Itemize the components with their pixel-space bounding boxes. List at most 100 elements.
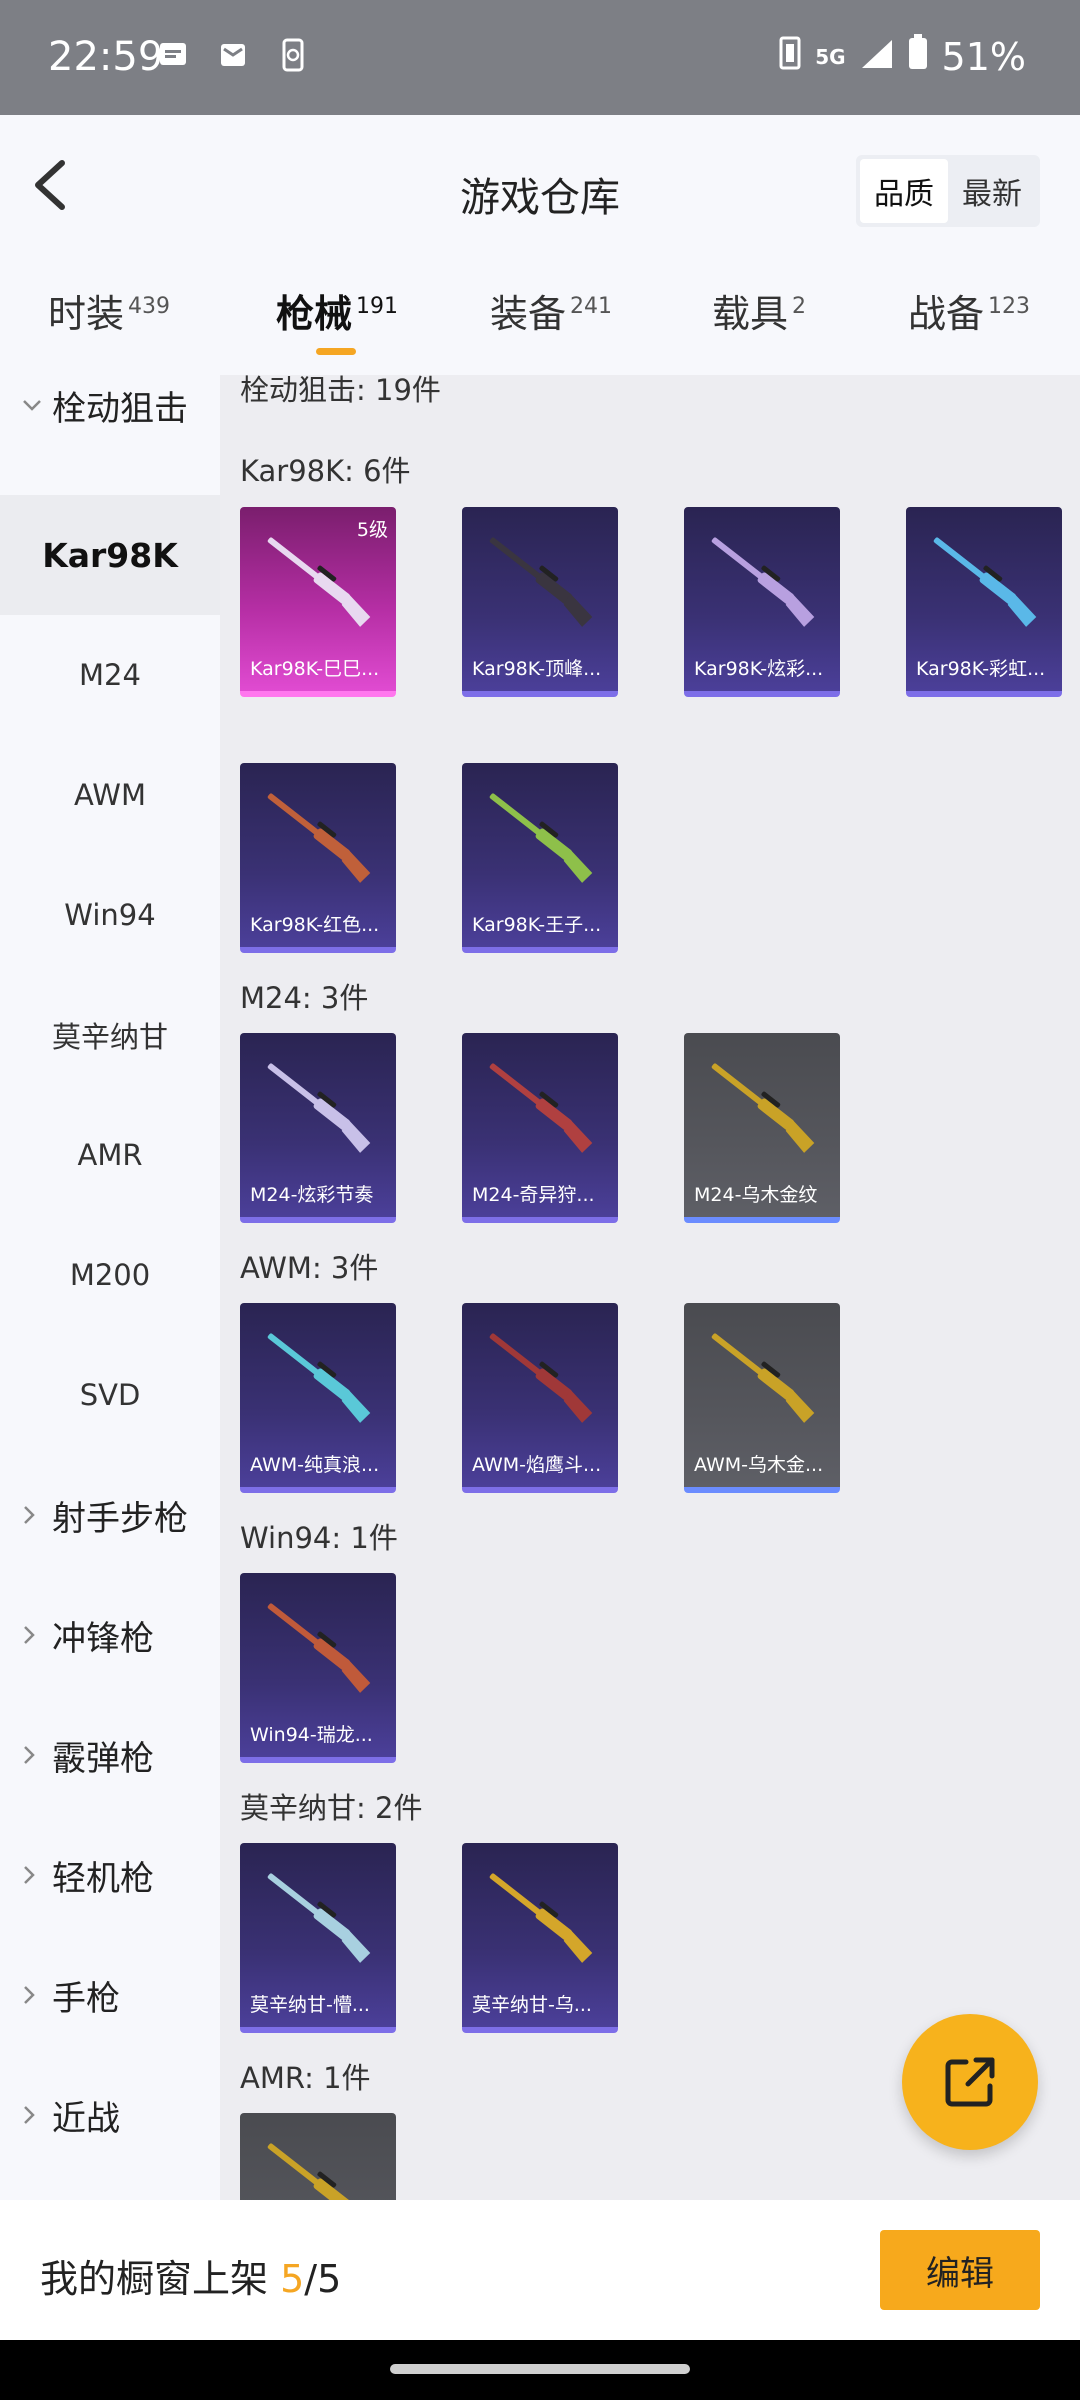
sidebar-item-1[interactable]: Kar98K — [0, 495, 220, 615]
sidebar-item-label: 轻机枪 — [52, 1858, 154, 1899]
tab-supplies[interactable]: 战备 123 — [908, 283, 1030, 338]
weapon-skin-name: Win94-瑞龙... — [250, 1724, 373, 1746]
tab-fashion[interactable]: 时装 439 — [48, 283, 170, 338]
weapon-skin-card[interactable]: Win94-瑞龙... — [240, 1573, 396, 1763]
share-external-icon — [945, 2057, 995, 2107]
weapon-skin-card[interactable]: Kar98K-彩虹... — [906, 507, 1062, 697]
sidebar-item-label: M24 — [79, 658, 141, 692]
tab-equipment[interactable]: 装备 241 — [490, 283, 612, 338]
weapon-skin-name: Kar98K-红色... — [250, 914, 380, 936]
showcase-bar: 我的橱窗上架 5/5 编辑 — [0, 2200, 1080, 2340]
battery-icon — [908, 34, 928, 79]
sidebar-item-8[interactable]: SVD — [0, 1335, 220, 1455]
sidebar-item-14[interactable]: 近战 — [0, 2055, 220, 2175]
tab-vehicles[interactable]: 载具 2 — [712, 283, 806, 338]
sort-newest[interactable]: 最新 — [948, 159, 1036, 223]
weapon-skin-card[interactable] — [240, 2113, 396, 2200]
weapon-skin-card[interactable]: Kar98K-红色... — [240, 763, 396, 953]
sidebar-item-label: 射手步枪 — [52, 1498, 188, 1539]
tab-weapons[interactable]: 枪械 191 — [276, 283, 398, 338]
chevron-right-icon — [22, 1504, 46, 1526]
sidebar-item-9[interactable]: 射手步枪 — [0, 1455, 220, 1575]
weapon-skin-card[interactable]: Kar98K-炫彩... — [684, 507, 840, 697]
showcase-count: 5 — [280, 2257, 305, 2301]
weapon-skin-name: M24-乌木金纹 — [694, 1184, 818, 1206]
weapon-skin-name: AWM-乌木金... — [694, 1454, 824, 1476]
signal-icon — [860, 35, 894, 79]
rifle-icon — [711, 1333, 815, 1423]
tab-count: 241 — [570, 294, 613, 319]
sidebar-item-3[interactable]: AWM — [0, 735, 220, 855]
weapon-skin-name: Kar98K-炫彩... — [694, 658, 824, 680]
sort-toggle: 品质 最新 — [856, 155, 1040, 227]
sidebar-item-label: SVD — [79, 1378, 141, 1412]
section-title: Win94: 1件 — [240, 1521, 398, 1555]
weapon-skin-card[interactable]: Kar98K-顶峰... — [462, 507, 618, 697]
category-header: 栓动狙击: 19件 — [240, 375, 441, 407]
tab-label: 战备 — [908, 292, 985, 336]
sidebar-item-label: Win94 — [64, 898, 156, 932]
showcase-total: /5 — [304, 2257, 342, 2301]
sidebar-item-0[interactable]: 栓动狙击 — [0, 375, 220, 465]
sidebar-item-7[interactable]: M200 — [0, 1215, 220, 1335]
rifle-icon — [489, 1873, 593, 1963]
sidebar-item-label: M200 — [69, 1258, 151, 1292]
weapon-skin-card[interactable]: 莫辛纳甘-懵... — [240, 1843, 396, 2033]
weapon-skin-card[interactable]: M24-乌木金纹 — [684, 1033, 840, 1223]
sidebar-item-label: 莫辛纳甘 — [51, 1020, 168, 1054]
category-tabs: 时装 439 枪械 191 装备 241 载具 2 战备 123 — [0, 255, 1080, 375]
sidebar-item-12[interactable]: 轻机枪 — [0, 1815, 220, 1935]
sidebar-item-4[interactable]: Win94 — [0, 855, 220, 975]
weapon-skin-card[interactable]: AWM-纯真浪... — [240, 1303, 396, 1493]
chevron-down-icon — [22, 398, 46, 412]
chevron-right-icon — [22, 1624, 46, 1646]
chevron-right-icon — [22, 1744, 46, 1766]
chevron-right-icon — [22, 1984, 46, 2006]
home-handle[interactable] — [390, 2364, 690, 2374]
weapon-skin-name: Kar98K-彩虹... — [916, 658, 1046, 680]
sidebar-item-5[interactable]: 莫辛纳甘 — [0, 975, 220, 1095]
rifle-icon — [489, 1063, 593, 1153]
rifle-icon — [489, 1333, 593, 1423]
tab-count: 123 — [988, 294, 1031, 319]
rifle-icon — [267, 1603, 371, 1693]
tab-label: 载具 — [712, 292, 789, 336]
showcase-status: 我的橱窗上架 5/5 — [40, 2248, 341, 2303]
sidebar-item-11[interactable]: 霰弹枪 — [0, 1695, 220, 1815]
sidebar-item-label: 近战 — [52, 2098, 120, 2139]
sidebar-item-13[interactable]: 手枪 — [0, 1935, 220, 2055]
share-button[interactable] — [902, 2014, 1038, 2150]
network-type: 5G — [815, 44, 846, 69]
weapon-skin-card[interactable]: 5级 Kar98K-巳巳... — [240, 507, 396, 697]
tab-count: 439 — [128, 294, 171, 319]
weapon-skin-card[interactable]: Kar98K-王子... — [462, 763, 618, 953]
sidebar-item-10[interactable]: 冲锋枪 — [0, 1575, 220, 1695]
system-nav-bar — [0, 2340, 1080, 2400]
rifle-icon — [489, 537, 593, 627]
weapon-skin-card[interactable]: AWM-焰鹰斗... — [462, 1303, 618, 1493]
rifle-icon — [489, 793, 593, 883]
sidebar-item-2[interactable]: M24 — [0, 615, 220, 735]
tab-count: 191 — [356, 294, 399, 319]
weapon-skin-card[interactable]: M24-奇异狩... — [462, 1033, 618, 1223]
sidebar-item-label: AWM — [74, 778, 146, 812]
weapon-skin-card[interactable]: AWM-乌木金... — [684, 1303, 840, 1493]
rifle-icon — [267, 2143, 371, 2200]
rifle-icon — [267, 793, 371, 883]
phone-sync-icon — [276, 38, 310, 72]
weapon-skin-name: Kar98K-王子... — [472, 914, 602, 936]
weapon-skin-name: AWM-焰鹰斗... — [472, 1454, 602, 1476]
battery-percent: 51% — [941, 34, 1026, 79]
sidebar-item-6[interactable]: AMR — [0, 1095, 220, 1215]
section-title: 莫辛纳甘: 2件 — [240, 1791, 423, 1825]
edit-button[interactable]: 编辑 — [880, 2230, 1040, 2310]
weapon-skin-card[interactable]: 莫辛纳甘-乌... — [462, 1843, 618, 2033]
section-title: AMR: 1件 — [240, 2061, 371, 2095]
sort-quality[interactable]: 品质 — [860, 159, 948, 223]
weapon-skin-name: Kar98K-巳巳... — [250, 658, 380, 680]
rifle-icon — [267, 1063, 371, 1153]
showcase-label: 我的橱窗上架 — [40, 2257, 269, 2301]
weapon-skin-name: Kar98K-顶峰... — [472, 658, 602, 680]
sidebar-item-label: Kar98K — [42, 535, 178, 575]
weapon-skin-card[interactable]: M24-炫彩节奏 — [240, 1033, 396, 1223]
